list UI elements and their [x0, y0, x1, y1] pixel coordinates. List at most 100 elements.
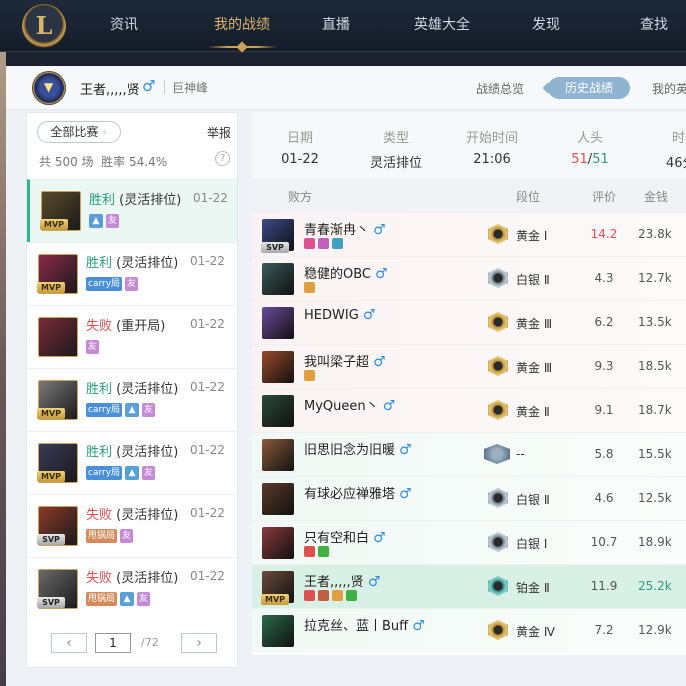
report-button[interactable]: 举报: [207, 124, 231, 141]
nav-news[interactable]: 资讯: [98, 0, 150, 50]
mvp-badge: MVP: [37, 408, 65, 419]
honor-icon: [332, 590, 343, 601]
kills-label: 人头: [576, 131, 603, 146]
player-row[interactable]: 稳健的OBC ♂ 白银 Ⅱ 4.3 12.7k: [252, 256, 686, 300]
game-list-item[interactable]: SVP 失败 (灵活排位) 01-22 甩锅局 ▲ 友: [27, 557, 237, 620]
game-tags: carry局 ▲ 友: [86, 403, 156, 417]
player-honor-icons: [304, 282, 315, 294]
result-label: 胜利: [86, 382, 113, 397]
game-list-item[interactable]: MVP 胜利 (灵活排位) 01-22 carry局 ▲ 友: [27, 431, 237, 494]
champion-portrait: [262, 527, 294, 559]
type-label: 类型: [382, 131, 409, 146]
result-label: 胜利: [89, 193, 116, 208]
detail-date: 日期 01-22: [260, 112, 340, 167]
game-tag: 甩锅局: [86, 529, 118, 543]
player-name[interactable]: HEDWIG ♂: [304, 307, 375, 323]
game-detail-header: 日期 01-22 类型 灵活排位 开始时间 21:06 人头 51/51 时长 …: [252, 112, 686, 178]
nav-live[interactable]: 直播: [310, 0, 362, 50]
game-tag: carry局: [86, 277, 123, 291]
honor-icon: [318, 590, 329, 601]
male-icon: ♂: [367, 574, 381, 590]
player-name[interactable]: 青春渐冉丶 ♂: [304, 219, 386, 238]
friend-tag: 友: [106, 214, 120, 228]
player-name[interactable]: 旧思旧念为旧暖 ♂: [304, 439, 412, 458]
player-honor-icons: [304, 546, 329, 558]
player-rank: 白银 Ⅱ: [516, 493, 550, 507]
player-rank: 黄金 Ⅲ: [516, 361, 553, 375]
duration-label: 时长: [672, 131, 686, 146]
player-row[interactable]: HEDWIG ♂ 黄金 Ⅲ 6.2 13.5k: [252, 300, 686, 344]
match-filter-dropdown[interactable]: 全部比赛 ◦: [37, 121, 121, 143]
player-gold: 18.5k: [638, 359, 672, 373]
player-name[interactable]: 拉克丝、蓝丨Buff ♂: [304, 615, 425, 634]
player-name[interactable]: MyQueen丶 ♂: [304, 395, 395, 414]
game-list-item[interactable]: 失败 (重开局) 01-22 友: [27, 305, 237, 368]
tab-summary[interactable]: 战绩总览: [476, 80, 524, 97]
summoner-avatar[interactable]: ▼: [32, 71, 66, 105]
player-name[interactable]: 王者,,,,,贤 ♂: [304, 571, 380, 590]
player-name[interactable]: 稳健的OBC ♂: [304, 263, 388, 282]
player-row[interactable]: 拉克丝、蓝丨Buff ♂ 黄金 Ⅳ 7.2 12.9k: [252, 608, 686, 652]
player-score: 9.1: [594, 403, 614, 417]
game-mode: (灵活排位): [116, 508, 179, 523]
player-name-text: 王者,,,,,贤: [304, 575, 364, 590]
player-row[interactable]: MyQueen丶 ♂ 黄金 Ⅱ 9.1 18.7k: [252, 388, 686, 432]
mvp-badge: MVP: [261, 594, 289, 605]
game-tag: 甩锅局: [86, 592, 118, 606]
game-list-item[interactable]: MVP 胜利 (灵活排位) 01-22 carry局友: [27, 242, 237, 305]
player-rank: 黄金 Ⅰ: [516, 229, 548, 243]
friend-tag: 友: [86, 340, 100, 354]
player-rank: 白银 Ⅱ: [516, 273, 550, 287]
game-mode: (灵活排位): [119, 193, 182, 208]
friend-tag: 友: [142, 403, 156, 417]
game-date: 01-22: [190, 443, 225, 457]
player-rank: --: [516, 447, 525, 461]
table-header: 败方 段位 评价 金钱: [252, 180, 686, 212]
player-row[interactable]: 旧思旧念为旧暖 ♂ -- 5.8 15.5k: [252, 432, 686, 476]
game-list-item[interactable]: SVP 失败 (灵活排位) 01-22 甩锅局友: [27, 494, 237, 557]
date-label: 日期: [286, 131, 313, 146]
player-name[interactable]: 只有空和白 ♂: [304, 527, 386, 546]
avatar-emblem-icon: ▼: [44, 80, 54, 94]
player-rank: 铂金 Ⅱ: [516, 581, 550, 595]
mvp-badge: MVP: [37, 282, 65, 293]
player-rank: 黄金 Ⅳ: [516, 625, 555, 639]
player-name[interactable]: 我叫梁子超 ♂: [304, 351, 386, 370]
player-row[interactable]: MVP 王者,,,,,贤 ♂ 铂金 Ⅱ 11.9 25.2k: [252, 564, 686, 608]
male-icon: ♂: [142, 77, 156, 95]
player-name-text: 青春渐冉丶: [304, 223, 370, 238]
game-list-item[interactable]: MVP 胜利 (灵活排位) 01-22 carry局 ▲ 友: [27, 368, 237, 431]
player-gold: 12.5k: [638, 491, 672, 505]
nav-heroes[interactable]: 英雄大全: [404, 0, 480, 50]
player-row[interactable]: 只有空和白 ♂ 白银 Ⅰ 10.7 18.9k: [252, 520, 686, 564]
nav-discover[interactable]: 发现: [520, 0, 572, 50]
page-total: /72: [141, 636, 159, 649]
nav-search[interactable]: 查找: [628, 0, 680, 50]
image-icon: ▲: [120, 592, 135, 606]
prev-page-button[interactable]: ‹: [51, 633, 87, 653]
image-icon: ▲: [125, 403, 140, 417]
lol-logo-icon[interactable]: L: [22, 4, 66, 48]
player-name[interactable]: 有球必应禅雅塔 ♂: [304, 483, 412, 502]
player-row[interactable]: 我叫梁子超 ♂ 黄金 Ⅲ 9.3 18.5k: [252, 344, 686, 388]
male-icon: ♂: [382, 398, 396, 414]
player-score: 9.3: [594, 359, 614, 373]
help-icon[interactable]: ?: [215, 151, 230, 166]
male-icon: ♂: [399, 486, 412, 502]
game-list-item[interactable]: MVP 胜利 (灵活排位) 01-22 ▲ 友: [27, 179, 237, 242]
game-mode: (灵活排位): [116, 256, 179, 271]
tab-history[interactable]: 历史战绩: [548, 77, 630, 99]
image-icon: ▲: [89, 214, 103, 228]
tab-my-heroes[interactable]: 我的英雄: [652, 80, 686, 97]
player-row[interactable]: SVP 青春渐冉丶 ♂ 黄金 Ⅰ 14.2 23.8k: [252, 212, 686, 256]
player-row[interactable]: 有球必应禅雅塔 ♂ 白银 Ⅱ 4.6 12.5k: [252, 476, 686, 520]
player-gold: 15.5k: [638, 447, 672, 461]
page-number-input[interactable]: 1: [95, 633, 131, 653]
player-name-text: 稳健的OBC: [304, 267, 371, 282]
filter-label: 全部比赛: [50, 125, 99, 139]
next-page-button[interactable]: ›: [181, 633, 217, 653]
honor-icon: [304, 282, 315, 293]
rank-emblem-icon: [488, 576, 508, 596]
honor-icon: [346, 590, 357, 601]
game-mode: (重开局): [116, 319, 166, 334]
